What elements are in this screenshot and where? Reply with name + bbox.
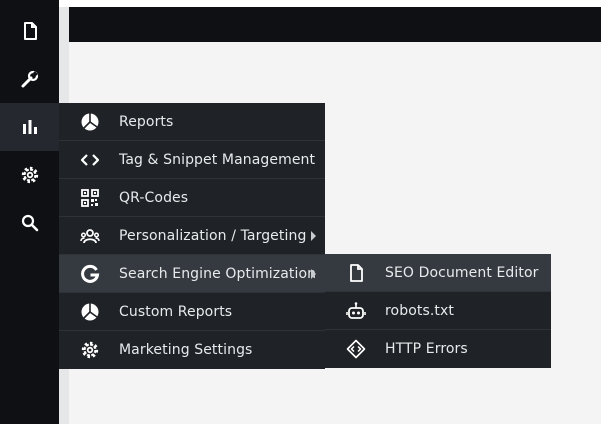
rail-item-search[interactable] xyxy=(0,199,59,247)
robot-icon xyxy=(345,301,367,321)
bar-chart-icon xyxy=(22,120,37,134)
menu-item-reports[interactable]: Reports xyxy=(59,103,325,141)
wrench-icon xyxy=(21,70,38,88)
document-icon xyxy=(345,263,367,283)
left-nav-rail xyxy=(0,0,59,424)
menu-item-label: Marketing Settings xyxy=(119,342,253,358)
submenu-item-label: robots.txt xyxy=(385,303,454,319)
menu-item-label: Search Engine Optimization xyxy=(119,266,317,282)
menu-item-qr-codes[interactable]: QR-Codes xyxy=(59,179,325,217)
google-icon xyxy=(79,264,101,284)
gear-icon xyxy=(21,166,38,184)
document-icon xyxy=(23,22,37,40)
submenu-item-http-errors[interactable]: HTTP Errors xyxy=(325,330,551,368)
pie-chart-icon xyxy=(79,302,101,322)
rail-item-documents[interactable] xyxy=(0,7,59,55)
rail-item-analytics[interactable] xyxy=(0,103,59,151)
menu-item-marketing-settings[interactable]: Marketing Settings xyxy=(59,331,325,369)
code-icon xyxy=(79,150,101,170)
menu-item-tag-snippet[interactable]: Tag & Snippet Management xyxy=(59,141,325,179)
menu-item-custom-reports[interactable]: Custom Reports xyxy=(59,293,325,331)
menu-item-label: Custom Reports xyxy=(119,304,233,320)
seo-submenu: SEO Document Editor robots.txt HTTP Erro… xyxy=(325,254,551,368)
submenu-item-robots-txt[interactable]: robots.txt xyxy=(325,292,551,330)
menu-item-label: QR-Codes xyxy=(119,190,189,206)
analytics-menu: Reports Tag & Snippet Management QR-Code… xyxy=(59,103,325,369)
submenu-item-label: SEO Document Editor xyxy=(385,265,539,281)
gear-icon xyxy=(79,340,101,360)
submenu-item-seo-document-editor[interactable]: SEO Document Editor xyxy=(325,254,551,292)
search-icon xyxy=(21,214,38,232)
menu-item-label: Personalization / Targeting xyxy=(119,228,307,244)
diamond-code-icon xyxy=(345,339,367,359)
rail-item-tools[interactable] xyxy=(0,55,59,103)
menu-item-seo[interactable]: Search Engine Optimization xyxy=(59,255,325,293)
submenu-item-label: HTTP Errors xyxy=(385,341,468,357)
menu-item-label: Tag & Snippet Management xyxy=(119,152,316,168)
pie-chart-icon xyxy=(79,112,101,132)
menu-item-label: Reports xyxy=(119,114,174,130)
users-icon xyxy=(79,226,101,246)
top-bar xyxy=(69,7,601,42)
menu-item-personalization[interactable]: Personalization / Targeting xyxy=(59,217,325,255)
qr-code-icon xyxy=(79,188,101,208)
chevron-right-icon xyxy=(311,231,316,241)
rail-item-settings[interactable] xyxy=(0,151,59,199)
chevron-right-icon xyxy=(311,269,316,279)
